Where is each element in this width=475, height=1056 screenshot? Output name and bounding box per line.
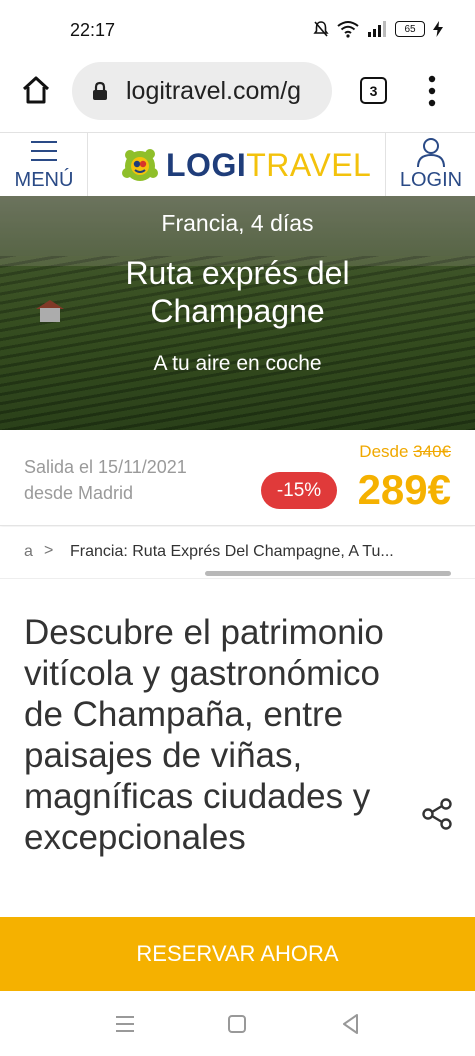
logo-text-logi: LOGI [166,146,247,183]
charging-icon [433,21,443,37]
home-icon[interactable] [20,74,52,106]
menu-button[interactable]: MENÚ [0,133,88,197]
share-icon[interactable] [420,797,454,831]
tab-switcher-button[interactable]: 3 [360,77,387,104]
old-price: 340€ [413,442,451,461]
price-from-label: Desde [359,442,409,461]
url-text: logitravel.com/g [126,77,302,105]
price-from-line: Desde 340€ [359,442,451,462]
address-bar[interactable]: logitravel.com/g [72,62,332,120]
menu-label: MENÚ [14,169,74,191]
book-now-button[interactable]: RESERVAR AHORA [0,917,475,991]
departure-date: Salida el 15/11/2021 [24,457,187,477]
system-nav-bar [0,991,475,1056]
departure-info: Salida el 15/11/2021 desde Madrid [24,454,187,506]
tour-description: Descubre el patrimonio vitícola y gastro… [24,613,384,857]
hero-banner: Francia, 4 días Ruta exprés del Champagn… [0,196,475,430]
hero-eyebrow: Francia, 4 días [161,210,314,236]
login-button[interactable]: LOGIN [385,133,475,197]
recents-icon[interactable] [110,1009,140,1039]
status-time: 22:17 [70,20,116,40]
battery-icon: 65 [395,21,425,37]
logitravel-logo[interactable]: LOGITRAVEL [120,143,371,187]
lock-icon [93,81,107,100]
breadcrumb-link[interactable]: a [24,543,33,561]
status-icons: 65 [313,20,443,38]
browser-toolbar: logitravel.com/g 3 [0,60,475,132]
site-header: MENÚ LOGITRAVEL LOGIN [0,132,475,197]
discount-badge: -15% [261,472,337,509]
mute-icon [313,21,329,37]
status-bar: 22:17 65 [0,0,475,60]
logo-mark-icon [122,149,158,181]
breadcrumb-current: Francia: Ruta Exprés Del Champagne, A Tu… [70,543,394,560]
departure-city: desde Madrid [24,483,134,503]
chevron-right-icon: > [44,542,54,559]
more-icon[interactable] [420,74,444,108]
logo-text-travel: TRAVEL [246,146,372,183]
current-price: 289€ [357,466,451,513]
user-icon [417,138,445,168]
horizontal-scrollbar[interactable] [205,571,451,576]
hero-subtitle: A tu aire en coche [153,352,322,375]
signal-icon [368,21,386,37]
home-nav-icon[interactable] [222,1009,252,1039]
hero-title: Ruta exprés del Champagne [125,255,350,329]
back-icon[interactable] [336,1009,366,1039]
login-label: LOGIN [399,169,463,191]
price-panel: Salida el 15/11/2021 desde Madrid Desde … [0,430,475,526]
hamburger-icon [31,141,57,168]
wifi-icon [337,21,359,38]
